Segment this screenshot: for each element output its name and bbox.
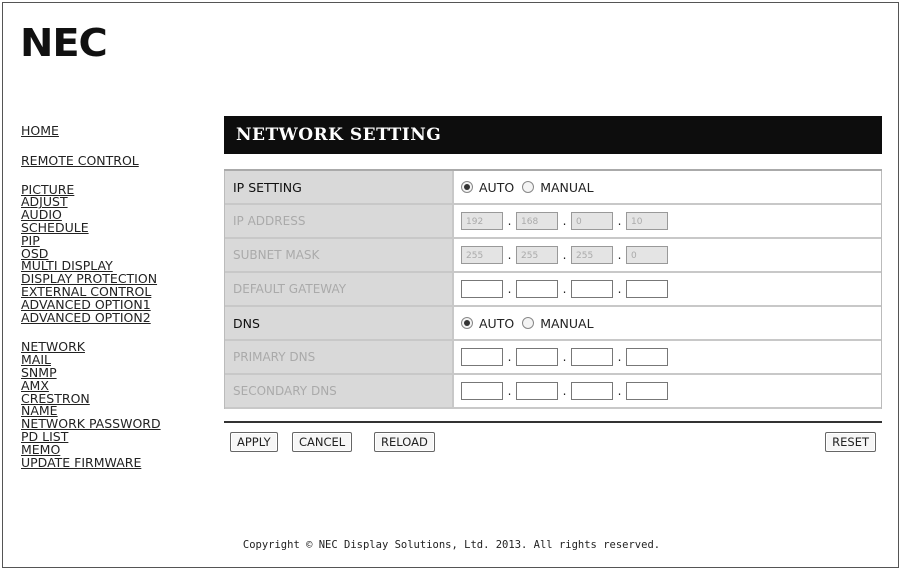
ip-address-label: IP ADDRESS <box>225 205 454 239</box>
ip-address-value: 192. 168. 0. 10 <box>454 205 881 239</box>
ip-setting-auto-label: AUTO <box>479 179 515 195</box>
octet-separator: . <box>507 350 512 364</box>
action-bar: APPLY CANCEL RELOAD RESET <box>224 432 882 472</box>
dns-auto-label: AUTO <box>479 315 515 331</box>
row-secondary-dns: SECONDARY DNS ... <box>225 375 881 409</box>
primary-dns-value: ... <box>454 341 881 375</box>
primary-dns-octet-3[interactable] <box>571 348 613 366</box>
primary-dns-label: PRIMARY DNS <box>225 341 454 375</box>
sidebar-nav: HOME REMOTE CONTROL PICTURE ADJUST AUDIO… <box>21 124 206 469</box>
ip-setting-manual-radio[interactable] <box>522 181 535 193</box>
nav-link-update-firmware[interactable]: UPDATE FIRMWARE <box>21 456 206 470</box>
page-title: NETWORK SETTING <box>224 116 882 154</box>
bottom-divider <box>224 421 882 423</box>
apply-button[interactable]: APPLY <box>230 432 278 452</box>
secondary-dns-octet-3[interactable] <box>571 382 613 400</box>
octet-separator: . <box>617 214 622 228</box>
default-gateway-octet-1[interactable] <box>461 280 503 298</box>
octet-separator: . <box>617 384 622 398</box>
ip-address-octet-3: 0 <box>571 212 613 230</box>
octet-separator: . <box>507 214 512 228</box>
default-gateway-octet-2[interactable] <box>516 280 558 298</box>
row-default-gateway: DEFAULT GATEWAY ... <box>225 273 881 307</box>
default-gateway-octet-3[interactable] <box>571 280 613 298</box>
subnet-mask-octet-1: 255 <box>461 246 503 264</box>
subnet-mask-octet-2: 255 <box>516 246 558 264</box>
primary-dns-octet-1[interactable] <box>461 348 503 366</box>
nav-link-pip[interactable]: PIP <box>21 234 206 248</box>
network-settings-table: IP SETTING AUTO MANUAL IP ADDRESS 192. 168… <box>224 171 882 409</box>
secondary-dns-value: ... <box>454 375 881 409</box>
reset-button[interactable]: RESET <box>825 432 876 452</box>
ip-address-octet-4: 10 <box>626 212 668 230</box>
network-setting-panel: NETWORK SETTING IP SETTING AUTO MANUAL IP… <box>224 116 882 472</box>
secondary-dns-octet-2[interactable] <box>516 382 558 400</box>
nav-link-schedule[interactable]: SCHEDULE <box>21 221 206 235</box>
dns-value: AUTO MANUAL <box>454 307 881 341</box>
secondary-dns-octet-4[interactable] <box>626 382 668 400</box>
subnet-mask-value: 255. 255. 255. 0 <box>454 239 881 273</box>
subnet-mask-label: SUBNET MASK <box>225 239 454 273</box>
copyright-footer: Copyright © NEC Display Solutions, Ltd. … <box>242 539 661 551</box>
octet-separator: . <box>507 248 512 262</box>
secondary-dns-octet-1[interactable] <box>461 382 503 400</box>
nav-group-network: NETWORK MAIL SNMP AMX CRESTRON NAME NETW… <box>21 341 206 469</box>
subnet-mask-octet-4: 0 <box>626 246 668 264</box>
page-frame: NEC HOME REMOTE CONTROL PICTURE ADJUST A… <box>2 2 899 568</box>
ip-setting-label: IP SETTING <box>225 171 454 205</box>
ip-setting-value: AUTO MANUAL <box>454 171 881 205</box>
nav-link-home[interactable]: HOME <box>21 124 206 138</box>
default-gateway-label: DEFAULT GATEWAY <box>225 273 454 307</box>
nec-logo: NEC <box>20 21 108 65</box>
primary-dns-octet-2[interactable] <box>516 348 558 366</box>
default-gateway-octet-4[interactable] <box>626 280 668 298</box>
dns-manual-label: MANUAL <box>540 315 594 331</box>
nav-link-remote-control[interactable]: REMOTE CONTROL <box>21 154 206 168</box>
octet-separator: . <box>617 282 622 296</box>
cancel-button[interactable]: CANCEL <box>292 432 353 452</box>
row-ip-address: IP ADDRESS 192. 168. 0. 10 <box>225 205 881 239</box>
subnet-mask-octet-3: 255 <box>571 246 613 264</box>
ip-address-octet-1: 192 <box>461 212 503 230</box>
reload-button[interactable]: RELOAD <box>374 432 435 452</box>
octet-separator: . <box>562 350 567 364</box>
octet-separator: . <box>507 282 512 296</box>
row-primary-dns: PRIMARY DNS ... <box>225 341 881 375</box>
octet-separator: . <box>562 214 567 228</box>
nav-group-settings: PICTURE ADJUST AUDIO SCHEDULE PIP OSD MU… <box>21 183 206 325</box>
octet-separator: . <box>562 282 567 296</box>
octet-separator: . <box>617 248 622 262</box>
octet-separator: . <box>562 384 567 398</box>
ip-address-octet-2: 168 <box>516 212 558 230</box>
primary-dns-octet-4[interactable] <box>626 348 668 366</box>
octet-separator: . <box>562 248 567 262</box>
dns-auto-radio[interactable] <box>461 317 473 329</box>
dns-manual-radio[interactable] <box>522 317 535 329</box>
row-dns: DNS AUTO MANUAL <box>225 307 881 341</box>
row-subnet-mask: SUBNET MASK 255. 255. 255. 0 <box>225 239 881 273</box>
nav-group-main: HOME REMOTE CONTROL <box>21 124 206 168</box>
octet-separator: . <box>617 350 622 364</box>
nav-link-advanced-option2[interactable]: ADVANCED OPTION2 <box>21 311 206 325</box>
ip-setting-manual-label: MANUAL <box>540 179 594 195</box>
secondary-dns-label: SECONDARY DNS <box>225 375 454 409</box>
ip-setting-auto-radio[interactable] <box>461 181 473 193</box>
row-ip-setting: IP SETTING AUTO MANUAL <box>225 171 881 205</box>
dns-label: DNS <box>225 307 454 341</box>
octet-separator: . <box>507 384 512 398</box>
default-gateway-value: ... <box>454 273 881 307</box>
